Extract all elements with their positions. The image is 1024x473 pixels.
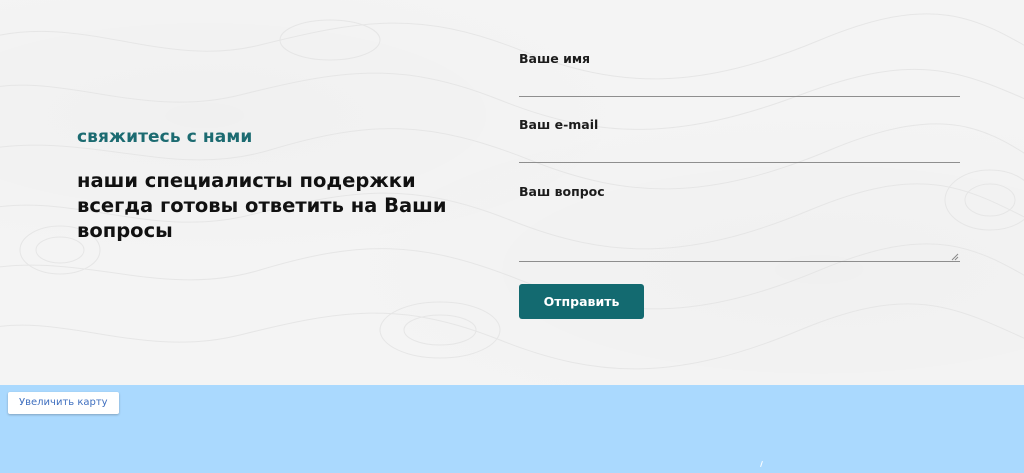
enlarge-map-button[interactable]: Увеличить карту bbox=[8, 392, 119, 414]
name-field[interactable] bbox=[519, 70, 960, 97]
map-feature-mark bbox=[760, 460, 763, 468]
submit-button[interactable]: Отправить bbox=[519, 284, 644, 319]
contact-subtitle: свяжитесь с нами bbox=[77, 127, 253, 147]
name-field-label: Ваше имя bbox=[519, 51, 591, 66]
contact-section: свяжитесь с нами наши специалисты подерж… bbox=[0, 0, 1024, 385]
email-field-label: Ваш e-mail bbox=[519, 117, 599, 132]
email-field[interactable] bbox=[519, 136, 960, 163]
contact-headline: наши специалисты подержки всегда готовы … bbox=[77, 169, 447, 242]
question-field-label: Ваш вопрос bbox=[519, 184, 605, 199]
resize-grip-icon[interactable] bbox=[951, 253, 959, 261]
question-field[interactable] bbox=[519, 207, 960, 262]
map-area[interactable]: Увеличить карту bbox=[0, 385, 1024, 473]
